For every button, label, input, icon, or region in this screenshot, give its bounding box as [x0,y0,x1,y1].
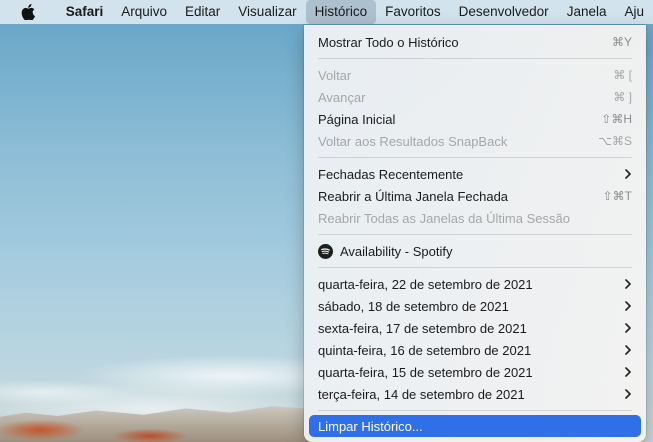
menu-item-shortcut: ⌥⌘S [598,134,632,148]
menu-separator [318,58,632,59]
menu-item-back[interactable]: Voltar ⌘ [ [309,64,641,86]
menu-item-day[interactable]: sexta-feira, 17 de setembro de 2021 [309,317,641,339]
menu-bar: Safari Arquivo Editar Visualizar Históri… [0,0,653,24]
menu-item-clear-history[interactable]: Limpar Histórico... [309,415,641,437]
menu-item-label: sábado, 18 de setembro de 2021 [318,298,509,314]
menubar-arquivo[interactable]: Arquivo [112,0,176,24]
menu-item-label: Limpar Histórico... [318,418,423,434]
chevron-right-icon [625,389,631,399]
menu-separator [318,157,632,158]
menu-item-recently-closed[interactable]: Fechadas Recentemente [309,163,641,185]
menu-item-day[interactable]: quarta-feira, 22 de setembro de 2021 [309,273,641,295]
menubar-ajuda[interactable]: Aju [615,0,653,24]
menu-item-shortcut: ⌘Y [611,35,632,49]
menu-item-day[interactable]: sábado, 18 de setembro de 2021 [309,295,641,317]
menu-item-reopen-all-windows[interactable]: Reabrir Todas as Janelas da Última Sessã… [309,207,641,229]
spotify-icon [318,243,333,259]
menu-item-label: quarta-feira, 15 de setembro de 2021 [318,364,533,380]
menu-item-shortcut: ⌘ ] [613,90,632,104]
chevron-right-icon [625,367,631,377]
menubar-desenvolvedor[interactable]: Desenvolvedor [450,0,558,24]
menu-separator [318,234,632,235]
menu-item-shortcut: ⇧⌘H [601,112,632,126]
menu-item-show-all-history[interactable]: Mostrar Todo o Histórico ⌘Y [309,31,641,53]
menu-item-label: Reabrir Todas as Janelas da Última Sessã… [318,210,570,226]
menubar-janela[interactable]: Janela [558,0,616,24]
menu-item-shortcut: ⇧⌘T [602,189,632,203]
chevron-right-icon [625,169,631,179]
menu-item-label: sexta-feira, 17 de setembro de 2021 [318,320,527,336]
menu-item-label: Fechadas Recentemente [318,166,464,182]
menu-separator [318,410,632,411]
menubar-visualizar[interactable]: Visualizar [229,0,305,24]
menu-item-day[interactable]: quinta-feira, 16 de setembro de 2021 [309,339,641,361]
menu-item-label: Avançar [318,89,366,105]
menu-item-label: Mostrar Todo o Histórico [318,34,459,50]
menu-item-history-spotify[interactable]: Availability - Spotify [309,240,641,262]
chevron-right-icon [625,279,631,289]
menu-item-forward[interactable]: Avançar ⌘ ] [309,86,641,108]
menubar-safari[interactable]: Safari [57,0,113,24]
menu-item-snapback[interactable]: Voltar aos Resultados SnapBack ⌥⌘S [309,130,641,152]
menu-item-day[interactable]: terça-feira, 14 de setembro de 2021 [309,383,641,405]
menu-item-label: terça-feira, 14 de setembro de 2021 [318,386,525,402]
menu-item-label: Voltar aos Resultados SnapBack [318,133,508,149]
menubar-favoritos[interactable]: Favoritos [376,0,450,24]
menubar-historico[interactable]: Histórico [305,0,377,24]
menu-item-label: Página Inicial [318,111,396,127]
menu-item-reopen-last-window[interactable]: Reabrir a Última Janela Fechada ⇧⌘T [309,185,641,207]
menu-item-label: Voltar [318,67,352,83]
history-menu: Mostrar Todo o Histórico ⌘Y Voltar ⌘ [ A… [304,25,646,442]
chevron-right-icon [625,345,631,355]
menu-item-home-page[interactable]: Página Inicial ⇧⌘H [309,108,641,130]
menu-item-day[interactable]: quarta-feira, 15 de setembro de 2021 [309,361,641,383]
menu-item-label: Reabrir a Última Janela Fechada [318,188,509,204]
chevron-right-icon [625,323,631,333]
menu-item-label: quarta-feira, 22 de setembro de 2021 [318,276,533,292]
menu-item-shortcut: ⌘ [ [613,68,632,82]
menu-item-label: Availability - Spotify [340,243,453,259]
apple-logo-icon[interactable] [20,0,36,24]
menu-item-label: quinta-feira, 16 de setembro de 2021 [318,342,532,358]
menu-separator [318,267,632,268]
menubar-editar[interactable]: Editar [176,0,229,24]
chevron-right-icon [625,301,631,311]
